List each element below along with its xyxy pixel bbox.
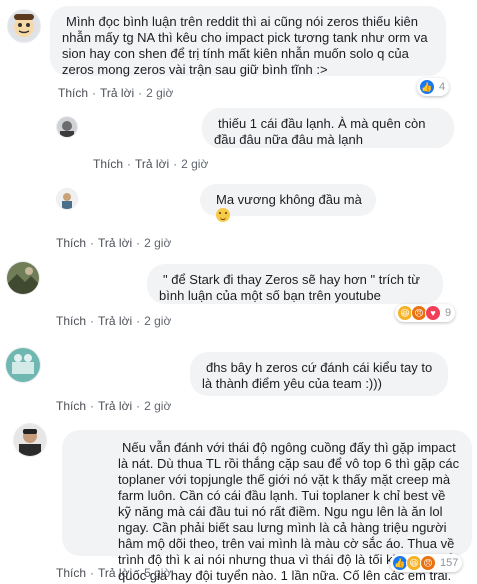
- reply-link[interactable]: Trả lời: [135, 157, 169, 171]
- timestamp[interactable]: 2 giờ: [144, 399, 171, 413]
- reaction-count: 157: [440, 557, 459, 569]
- comment-actions: Thích · Trả lời · 2 giờ: [58, 86, 174, 100]
- comment-actions: Thích · Trả lời · 2 giờ: [56, 399, 172, 413]
- reply-link[interactable]: Trả lời: [98, 236, 132, 250]
- comment-bubble: Nếu vẫn đánh với thái độ ngông cuồng đấy…: [62, 430, 472, 583]
- comment-text: Ma vương không đầu mà: [216, 192, 362, 207]
- comment-bubble: thiếu 1 cái đầu lạnh. À mà quên còn đầu …: [202, 108, 454, 148]
- comment-actions: Thích · Trả lời · 2 giờ: [93, 157, 209, 171]
- timestamp[interactable]: 5 giờ: [144, 566, 171, 580]
- reply-link[interactable]: Trả lời: [98, 314, 132, 328]
- timestamp[interactable]: 2 giờ: [144, 314, 171, 328]
- comment-text: đhs bây h zeros cứ đánh cái kiểu tay to …: [202, 360, 433, 391]
- comment-text: " để Stark đi thay Zeros sẽ hay hơn " tr…: [159, 272, 420, 303]
- comment-actions: Thích · Trả lời · 5 giờ: [56, 566, 172, 580]
- reply-link[interactable]: Trả lời: [100, 86, 134, 100]
- comment-actions: Thích · Trả lời · 2 giờ: [56, 236, 172, 250]
- timestamp[interactable]: 2 giờ: [181, 157, 208, 171]
- reaction-summary[interactable]: 👍 😆 😠 157: [390, 554, 463, 572]
- like-link[interactable]: Thích: [56, 399, 86, 413]
- comment-bubble: đhs bây h zeros cứ đánh cái kiểu tay to …: [190, 352, 448, 396]
- angry-face-icon: 😠: [420, 555, 436, 571]
- smile-emoji-icon: [216, 208, 230, 222]
- comment-bubble: " để Stark đi thay Zeros sẽ hay hơn " tr…: [147, 264, 443, 304]
- reply-link[interactable]: Trả lời: [98, 566, 132, 580]
- like-link[interactable]: Thích: [56, 236, 86, 250]
- reply-link[interactable]: Trả lời: [98, 399, 132, 413]
- reaction-count: 9: [445, 307, 452, 319]
- like-link[interactable]: Thích: [56, 566, 86, 580]
- avatar[interactable]: [8, 10, 40, 42]
- like-link[interactable]: Thích: [58, 86, 88, 100]
- like-link[interactable]: Thích: [93, 157, 123, 171]
- reaction-summary[interactable]: 😆 😠 ♥ 9: [395, 304, 456, 322]
- timestamp[interactable]: 2 giờ: [144, 236, 171, 250]
- comment-bubble: Mình đọc bình luận trên reddit thì ai cũ…: [50, 6, 446, 77]
- timestamp[interactable]: 2 giờ: [146, 86, 173, 100]
- comment-text: thiếu 1 cái đầu lạnh. À mà quên còn đầu …: [214, 116, 426, 147]
- avatar[interactable]: [57, 189, 77, 209]
- reaction-count: 4: [439, 81, 446, 93]
- avatar[interactable]: [57, 117, 77, 137]
- avatar[interactable]: [14, 424, 46, 456]
- avatar[interactable]: [6, 348, 40, 382]
- comment-bubble: Ma vương không đầu mà: [200, 184, 376, 222]
- heart-icon: ♥: [425, 305, 441, 321]
- avatar[interactable]: [7, 262, 39, 294]
- thumbs-up-icon: 👍: [419, 79, 435, 95]
- comment-actions: Thích · Trả lời · 2 giờ: [56, 314, 172, 328]
- reaction-summary[interactable]: 👍 4: [417, 78, 450, 96]
- like-link[interactable]: Thích: [56, 314, 86, 328]
- comment-text: Mình đọc bình luận trên reddit thì ai cũ…: [62, 14, 428, 77]
